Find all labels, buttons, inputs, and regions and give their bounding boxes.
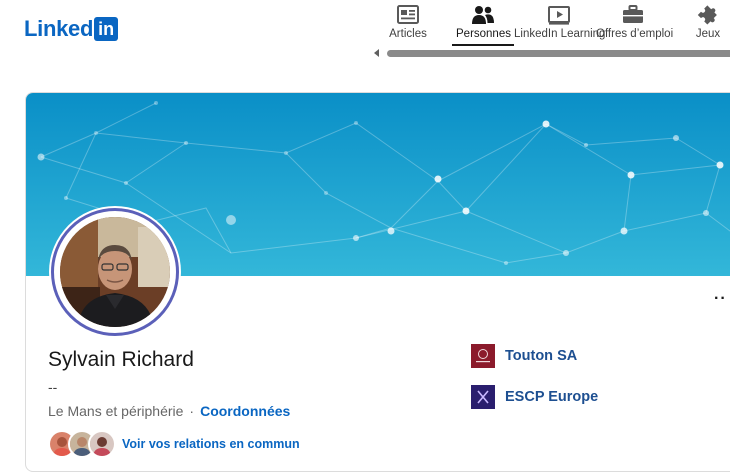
touton-logo-icon: [471, 344, 495, 368]
learning-icon: [548, 6, 570, 25]
people-icon: [472, 6, 494, 24]
scroll-left-arrow-icon[interactable]: [374, 49, 379, 57]
nav-games-label: Jeux: [695, 28, 721, 40]
company-escp[interactable]: ESCP Europe: [471, 385, 598, 409]
logo-wordmark: Linked: [24, 16, 94, 41]
profile-name: Sylvain Richard: [48, 348, 194, 371]
company-touton[interactable]: Touton SA: [471, 344, 577, 368]
separator-dot: ·: [189, 403, 195, 419]
profile-photo: [60, 217, 170, 327]
more-options-button[interactable]: ··: [714, 291, 727, 307]
nav-people-label: Personnes: [456, 28, 511, 40]
nav-games[interactable]: Jeux: [692, 4, 724, 40]
mutual-connections-link[interactable]: Voir vos relations en commun: [122, 437, 300, 451]
nav-articles[interactable]: Articles: [388, 4, 428, 40]
profile-headline: --: [48, 379, 58, 395]
profile-location: Le Mans et périphérie: [48, 403, 184, 419]
articles-icon: [397, 5, 419, 24]
nav-articles-label: Articles: [389, 28, 427, 40]
contact-info-link[interactable]: Coordonnées: [200, 403, 290, 419]
briefcase-icon: [623, 5, 643, 23]
escp-logo-icon: [471, 385, 495, 409]
linkedin-logo[interactable]: Linked in: [24, 16, 119, 41]
profile-card: ·· Sylvain Richard -- Le Mans et périphé…: [25, 92, 730, 472]
nav-scrollbar[interactable]: [372, 48, 730, 60]
profile-avatar[interactable]: [51, 208, 179, 336]
mutual-avatar: [88, 430, 116, 458]
nav-jobs[interactable]: Offres d’emploi: [596, 4, 674, 40]
school-name[interactable]: ESCP Europe: [505, 389, 598, 405]
company-name[interactable]: Touton SA: [505, 348, 577, 364]
mutual-connections[interactable]: Voir vos relations en commun: [48, 430, 300, 458]
puzzle-icon: [697, 5, 717, 25]
nav-people[interactable]: Personnes: [456, 4, 511, 40]
scrollbar-thumb[interactable]: [387, 50, 730, 57]
logo-in-box: in: [94, 17, 119, 41]
nav-active-indicator: [452, 44, 514, 46]
nav-learning[interactable]: LinkedIn Learning: [514, 4, 606, 40]
mutual-avatars: [48, 430, 116, 458]
nav-learning-label: LinkedIn Learning: [514, 28, 606, 40]
nav-jobs-label: Offres d’emploi: [596, 28, 674, 40]
profile-location-row: Le Mans et périphérie · Coordonnées: [48, 403, 290, 419]
